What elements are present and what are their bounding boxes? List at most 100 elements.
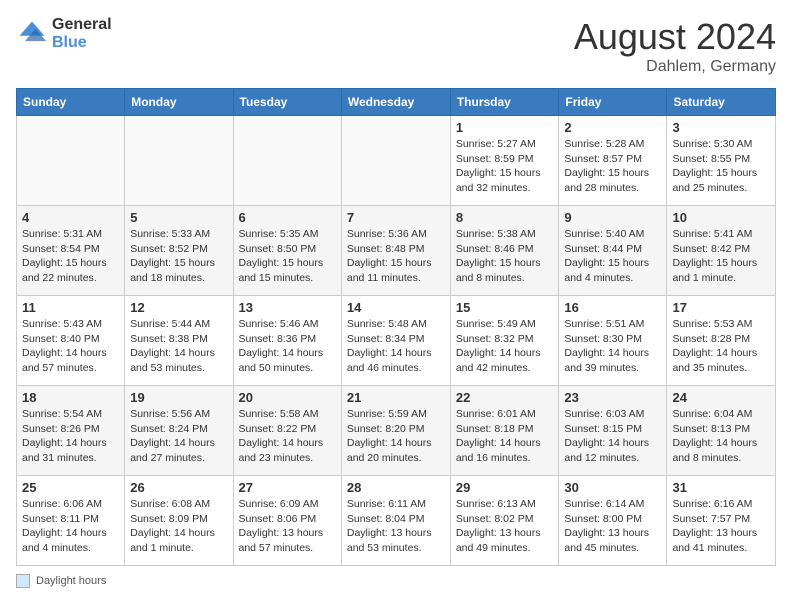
logo: General Blue (16, 16, 112, 51)
weekday-header-monday: Monday (125, 89, 233, 116)
day-info: Sunrise: 6:01 AMSunset: 8:18 PMDaylight:… (456, 407, 554, 466)
calendar-cell: 10 Sunrise: 5:41 AMSunset: 8:42 PMDayligh… (667, 206, 776, 296)
calendar-cell: 11Sunrise: 5:43 AMSunset: 8:40 PMDayligh… (17, 296, 125, 386)
calendar-cell: 31 Sunrise: 6:16 AMSunset: 7:57 PMDayligh… (667, 476, 776, 566)
calendar-week-row: 1Sunrise: 5:27 AMSunset: 8:59 PMDaylight… (17, 116, 776, 206)
day-info: Sunrise: 5:51 AMSunset: 8:30 PMDaylight:… (564, 317, 661, 376)
calendar-cell: 5Sunrise: 5:33 AMSunset: 8:52 PMDaylight… (125, 206, 233, 296)
calendar-cell: 3 Sunrise: 5:30 AMSunset: 8:55 PMDaylight… (667, 116, 776, 206)
weekday-header-row: SundayMondayTuesdayWednesdayThursdayFrid… (17, 89, 776, 116)
day-number: 2 (564, 120, 661, 135)
day-info: Sunrise: 5:48 AMSunset: 8:34 PMDaylight:… (347, 317, 445, 376)
day-info: Sunrise: 5:28 AMSunset: 8:57 PMDaylight:… (564, 137, 661, 196)
day-info: Sunrise: 5:38 AMSunset: 8:46 PMDaylight:… (456, 227, 554, 286)
calendar-cell: 20 Sunrise: 5:58 AMSunset: 8:22 PMDayligh… (233, 386, 341, 476)
day-info: Sunrise: 5:41 AMSunset: 8:42 PMDaylight:… (672, 227, 770, 286)
day-number: 26 (130, 480, 227, 495)
calendar-table: SundayMondayTuesdayWednesdayThursdayFrid… (16, 88, 776, 566)
day-info: Sunrise: 5:40 AMSunset: 8:44 PMDaylight:… (564, 227, 661, 286)
calendar-cell: 14Sunrise: 5:48 AMSunset: 8:34 PMDayligh… (341, 296, 450, 386)
calendar-cell: 24Sunrise: 6:04 AMSunset: 8:13 PMDayligh… (667, 386, 776, 476)
day-info: Sunrise: 5:58 AMSunset: 8:22 PMDaylight:… (239, 407, 336, 466)
calendar-week-row: 25 Sunrise: 6:06 AMSunset: 8:11 PMDayligh… (17, 476, 776, 566)
day-number: 12 (130, 300, 227, 315)
calendar-cell: 30Sunrise: 6:14 AMSunset: 8:00 PMDayligh… (559, 476, 667, 566)
calendar-cell: 25 Sunrise: 6:06 AMSunset: 8:11 PMDayligh… (17, 476, 125, 566)
calendar-cell: 1Sunrise: 5:27 AMSunset: 8:59 PMDaylight… (450, 116, 559, 206)
day-info: Sunrise: 6:16 AMSunset: 7:57 PMDaylight:… (672, 497, 770, 556)
calendar-cell: 19Sunrise: 5:56 AMSunset: 8:24 PMDayligh… (125, 386, 233, 476)
day-info: Sunrise: 5:30 AMSunset: 8:55 PMDaylight:… (672, 137, 770, 196)
day-info: Sunrise: 5:54 AMSunset: 8:26 PMDaylight:… (22, 407, 119, 466)
calendar-cell: 23 Sunrise: 6:03 AMSunset: 8:15 PMDayligh… (559, 386, 667, 476)
weekday-header-tuesday: Tuesday (233, 89, 341, 116)
day-number: 3 (672, 120, 770, 135)
weekday-header-friday: Friday (559, 89, 667, 116)
calendar-cell: 16 Sunrise: 5:51 AMSunset: 8:30 PMDayligh… (559, 296, 667, 386)
day-number: 27 (239, 480, 336, 495)
day-info: Sunrise: 5:33 AMSunset: 8:52 PMDaylight:… (130, 227, 227, 286)
day-info: Sunrise: 6:03 AMSunset: 8:15 PMDaylight:… (564, 407, 661, 466)
day-number: 31 (672, 480, 770, 495)
calendar-footer: Daylight hours (16, 574, 776, 588)
day-info: Sunrise: 6:09 AMSunset: 8:06 PMDaylight:… (239, 497, 336, 556)
calendar-cell: 21Sunrise: 5:59 AMSunset: 8:20 PMDayligh… (341, 386, 450, 476)
daylight-label: Daylight hours (36, 575, 106, 587)
logo-text: General Blue (52, 16, 112, 51)
day-info: Sunrise: 5:31 AMSunset: 8:54 PMDaylight:… (22, 227, 119, 286)
daylight-box (16, 574, 30, 588)
day-info: Sunrise: 5:35 AMSunset: 8:50 PMDaylight:… (239, 227, 336, 286)
calendar-cell (125, 116, 233, 206)
calendar-cell: 17 Sunrise: 5:53 AMSunset: 8:28 PMDayligh… (667, 296, 776, 386)
day-number: 22 (456, 390, 554, 405)
day-number: 18 (22, 390, 119, 405)
calendar-cell: 9Sunrise: 5:40 AMSunset: 8:44 PMDaylight… (559, 206, 667, 296)
day-number: 16 (564, 300, 661, 315)
calendar-cell (17, 116, 125, 206)
day-number: 25 (22, 480, 119, 495)
day-number: 4 (22, 210, 119, 225)
day-number: 20 (239, 390, 336, 405)
day-number: 29 (456, 480, 554, 495)
day-number: 17 (672, 300, 770, 315)
calendar-cell: 7Sunrise: 5:36 AMSunset: 8:48 PMDaylight… (341, 206, 450, 296)
logo-blue-text: Blue (52, 34, 112, 52)
logo-icon (16, 18, 48, 50)
calendar-cell: 6 Sunrise: 5:35 AMSunset: 8:50 PMDaylight… (233, 206, 341, 296)
calendar-cell: 26 Sunrise: 6:08 AMSunset: 8:09 PMDayligh… (125, 476, 233, 566)
day-number: 23 (564, 390, 661, 405)
calendar-cell: 18 Sunrise: 5:54 AMSunset: 8:26 PMDayligh… (17, 386, 125, 476)
day-number: 11 (22, 300, 119, 315)
day-number: 24 (672, 390, 770, 405)
day-number: 6 (239, 210, 336, 225)
calendar-week-row: 11Sunrise: 5:43 AMSunset: 8:40 PMDayligh… (17, 296, 776, 386)
calendar-cell: 2 Sunrise: 5:28 AMSunset: 8:57 PMDaylight… (559, 116, 667, 206)
calendar-week-row: 4 Sunrise: 5:31 AMSunset: 8:54 PMDaylight… (17, 206, 776, 296)
calendar-cell: 12Sunrise: 5:44 AMSunset: 8:38 PMDayligh… (125, 296, 233, 386)
day-number: 15 (456, 300, 554, 315)
day-number: 7 (347, 210, 445, 225)
day-info: Sunrise: 6:13 AMSunset: 8:02 PMDaylight:… (456, 497, 554, 556)
day-number: 10 (672, 210, 770, 225)
location: Dahlem, Germany (574, 58, 776, 76)
day-info: Sunrise: 6:08 AMSunset: 8:09 PMDaylight:… (130, 497, 227, 556)
month-title: August 2024 (574, 16, 776, 58)
weekday-header-wednesday: Wednesday (341, 89, 450, 116)
day-info: Sunrise: 5:56 AMSunset: 8:24 PMDaylight:… (130, 407, 227, 466)
day-info: Sunrise: 5:49 AMSunset: 8:32 PMDaylight:… (456, 317, 554, 376)
day-number: 30 (564, 480, 661, 495)
day-info: Sunrise: 6:06 AMSunset: 8:11 PMDaylight:… (22, 497, 119, 556)
calendar-cell: 29 Sunrise: 6:13 AMSunset: 8:02 PMDayligh… (450, 476, 559, 566)
weekday-header-saturday: Saturday (667, 89, 776, 116)
calendar-cell: 13Sunrise: 5:46 AMSunset: 8:36 PMDayligh… (233, 296, 341, 386)
calendar-cell (341, 116, 450, 206)
logo-general-text: General (52, 16, 112, 34)
title-area: August 2024 Dahlem, Germany (574, 16, 776, 76)
calendar-cell: 28Sunrise: 6:11 AMSunset: 8:04 PMDayligh… (341, 476, 450, 566)
weekday-header-sunday: Sunday (17, 89, 125, 116)
day-info: Sunrise: 5:53 AMSunset: 8:28 PMDaylight:… (672, 317, 770, 376)
calendar-week-row: 18 Sunrise: 5:54 AMSunset: 8:26 PMDayligh… (17, 386, 776, 476)
calendar-cell: 22 Sunrise: 6:01 AMSunset: 8:18 PMDayligh… (450, 386, 559, 476)
calendar-cell: 8Sunrise: 5:38 AMSunset: 8:46 PMDaylight… (450, 206, 559, 296)
day-number: 21 (347, 390, 445, 405)
